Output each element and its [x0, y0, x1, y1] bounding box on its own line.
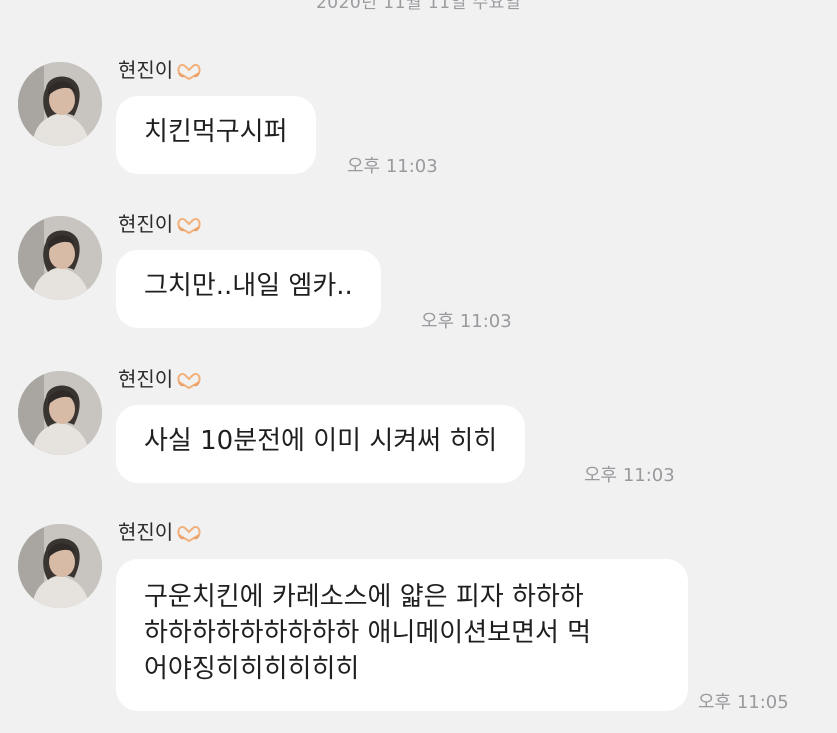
- message-text-line: 하하하하하하하하하 애니메이션보면서 먹: [144, 618, 592, 648]
- sender-name: 현진이: [118, 367, 203, 391]
- finger-heart-emoji-icon: [175, 521, 203, 543]
- message-time: 오후 11:05: [698, 692, 789, 713]
- sender-name: 현진이: [118, 212, 203, 236]
- message-time: 오후 11:03: [347, 156, 438, 177]
- date-divider: 2020년 11월 11일 수요일: [315, 0, 522, 13]
- message-time: 오후 11:03: [421, 311, 512, 332]
- message-text-line: 어야징히히히히히히: [144, 654, 360, 684]
- profile-photo-icon: [18, 524, 102, 608]
- sender-name: 현진이: [118, 520, 203, 544]
- message-text: 사실 10분전에 이미 시켜써 히히: [144, 426, 498, 456]
- sender-name-text: 현진이: [118, 367, 174, 391]
- finger-heart-emoji-icon: [175, 59, 203, 81]
- message-text: 그치만..내일 엠카..: [144, 271, 353, 301]
- sender-name-text: 현진이: [118, 520, 174, 544]
- avatar[interactable]: [18, 371, 102, 455]
- message-bubble[interactable]: 치킨먹구시퍼: [116, 96, 316, 174]
- message-time: 오후 11:03: [584, 465, 675, 486]
- message-bubble[interactable]: 구운치킨에 카레소스에 얇은 피자 하하하 하하하하하하하하하 애니메이션보면서…: [116, 559, 688, 711]
- avatar[interactable]: [18, 62, 102, 146]
- sender-name-text: 현진이: [118, 212, 174, 236]
- sender-name-text: 현진이: [118, 58, 174, 82]
- avatar[interactable]: [18, 216, 102, 300]
- profile-photo-icon: [18, 371, 102, 455]
- profile-photo-icon: [18, 216, 102, 300]
- message-text-line: 구운치킨에 카레소스에 얇은 피자 하하하: [144, 582, 584, 612]
- sender-name: 현진이: [118, 58, 203, 82]
- message-bubble[interactable]: 사실 10분전에 이미 시켜써 히히: [116, 405, 526, 483]
- finger-heart-emoji-icon: [175, 368, 203, 390]
- finger-heart-emoji-icon: [175, 213, 203, 235]
- message-bubble[interactable]: 그치만..내일 엠카..: [116, 250, 381, 328]
- avatar[interactable]: [18, 524, 102, 608]
- message-text: 치킨먹구시퍼: [144, 117, 288, 147]
- profile-photo-icon: [18, 62, 102, 146]
